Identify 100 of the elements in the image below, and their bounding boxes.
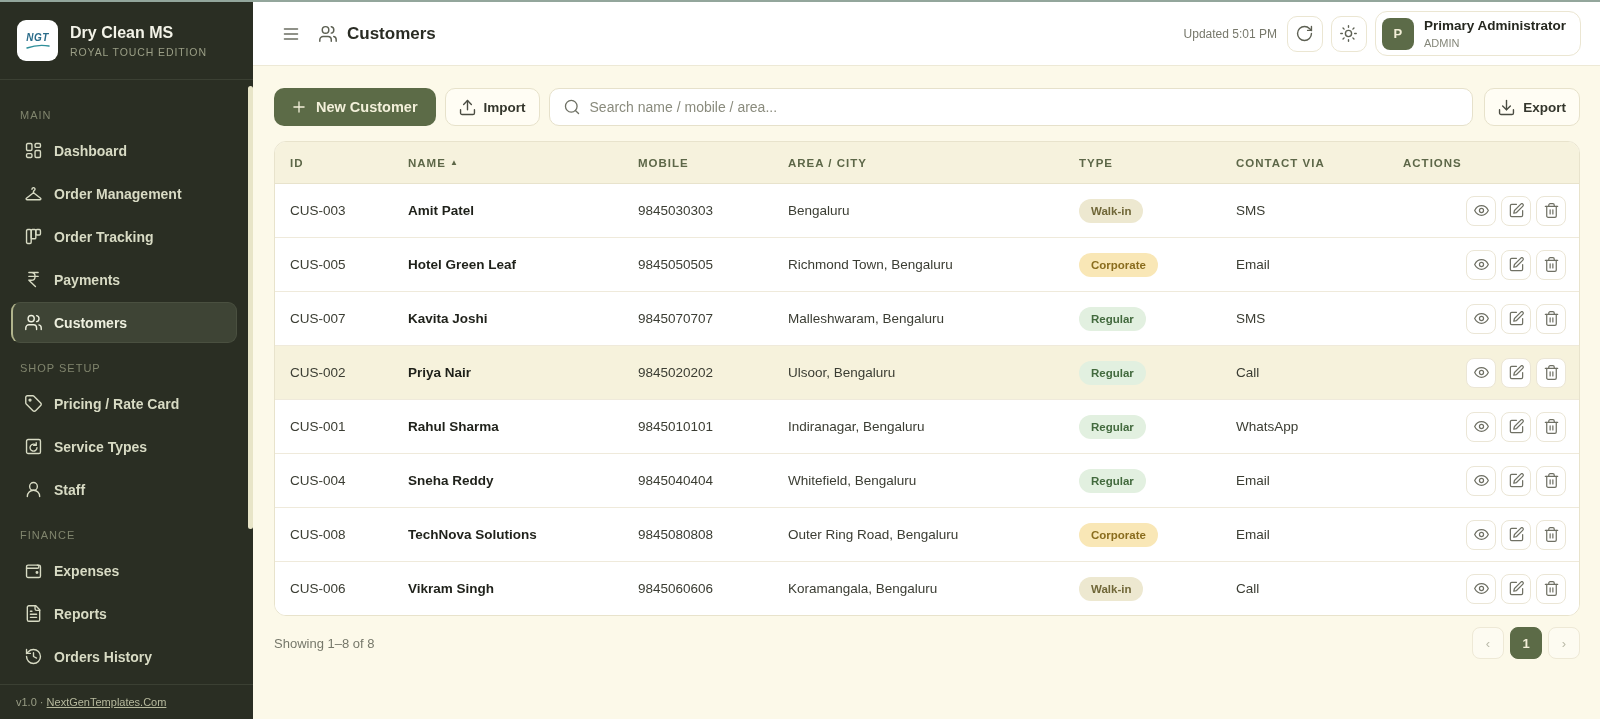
contact-cell-text: WhatsApp bbox=[1236, 419, 1300, 434]
eye-icon bbox=[1473, 527, 1489, 542]
edit-button[interactable] bbox=[1501, 411, 1531, 442]
type-tag: Regular bbox=[1079, 414, 1146, 439]
rotate-square-icon bbox=[25, 438, 42, 455]
section-label: FINANCE bbox=[19, 528, 77, 542]
column-header: AREA / CITY bbox=[788, 156, 867, 169]
area-cell-text: Outer Ring Road, Bengaluru bbox=[788, 527, 960, 542]
nav-item[interactable]: Dashboard bbox=[11, 130, 237, 171]
pencil-icon bbox=[1508, 581, 1524, 596]
mobile-cell-text: 9845060606 bbox=[638, 581, 715, 596]
edit-button[interactable] bbox=[1501, 303, 1531, 334]
edit-button[interactable] bbox=[1501, 357, 1531, 388]
type-tag: Regular bbox=[1079, 360, 1146, 385]
type-tag: Corporate bbox=[1079, 522, 1158, 547]
delete-button[interactable] bbox=[1536, 357, 1566, 388]
brand-subtitle: ROYAL TOUCH EDITION bbox=[70, 46, 207, 58]
nav-item[interactable]: Orders History bbox=[11, 636, 237, 677]
edit-button[interactable] bbox=[1501, 249, 1531, 280]
edit-button[interactable] bbox=[1501, 195, 1531, 226]
nav-item[interactable]: Staff bbox=[11, 469, 237, 510]
updated-time: Updated 5:01 PM bbox=[1183, 26, 1277, 41]
delete-button[interactable] bbox=[1536, 249, 1566, 280]
view-button[interactable] bbox=[1466, 249, 1496, 280]
delete-button[interactable] bbox=[1536, 573, 1566, 604]
area-cell-text: Koramangala, Bengaluru bbox=[788, 581, 939, 596]
search-field[interactable]: Search name / mobile / area... bbox=[548, 88, 1474, 126]
delete-button[interactable] bbox=[1536, 465, 1566, 496]
download-icon bbox=[1498, 98, 1516, 116]
export-button[interactable]: Export bbox=[1484, 88, 1580, 126]
trash-icon bbox=[1543, 257, 1559, 272]
footer-text: v1.0 · NextGenTemplates.Com bbox=[16, 696, 167, 708]
pencil-icon bbox=[1508, 203, 1524, 218]
name-cell-text: Vikram Singh bbox=[408, 581, 496, 596]
table-row[interactable]: CUS-002 Priya Nair 9845020202 Ulsoor, Bengaluru Regular Call bbox=[275, 346, 1579, 400]
delete-button[interactable] bbox=[1536, 303, 1566, 334]
section-label: SHOP SETUP bbox=[19, 361, 102, 375]
name-cell-text: Amit Patel bbox=[408, 203, 476, 218]
plus-icon bbox=[291, 99, 307, 115]
refresh-button[interactable] bbox=[1286, 15, 1323, 52]
pencil-icon bbox=[1508, 365, 1524, 380]
nav-item[interactable]: Pricing / Rate Card bbox=[11, 383, 237, 424]
mobile-cell-text: 9845070707 bbox=[638, 311, 715, 326]
id-cell-text: CUS-001 bbox=[290, 419, 347, 434]
nav-item[interactable]: Expenses bbox=[11, 550, 237, 591]
hanger-icon bbox=[25, 185, 42, 202]
nav-item[interactable]: Reports bbox=[11, 593, 237, 634]
sort-indicator[interactable]: ▲ bbox=[449, 158, 458, 167]
eye-icon bbox=[1473, 311, 1489, 326]
logo-text: NGT bbox=[26, 32, 49, 43]
id-cell-text: CUS-005 bbox=[290, 257, 347, 272]
delete-button[interactable] bbox=[1536, 195, 1566, 226]
pencil-icon bbox=[1508, 311, 1524, 326]
user-card[interactable]: P Primary Administrator ADMIN bbox=[1374, 11, 1581, 56]
wallet-icon bbox=[25, 562, 42, 579]
name-cell-text: Sneha Reddy bbox=[408, 473, 495, 488]
nav-item[interactable]: Service Types bbox=[11, 426, 237, 467]
trash-icon bbox=[1543, 311, 1559, 326]
id-cell-text: CUS-002 bbox=[290, 365, 347, 380]
theme-button[interactable] bbox=[1330, 15, 1367, 52]
view-button[interactable] bbox=[1466, 411, 1496, 442]
contact-cell-text: Email bbox=[1236, 473, 1271, 488]
type-tag: Corporate bbox=[1079, 252, 1158, 277]
nav-item[interactable]: Order Management bbox=[11, 173, 237, 214]
pencil-icon bbox=[1508, 473, 1524, 488]
delete-button[interactable] bbox=[1536, 411, 1566, 442]
trash-icon bbox=[1543, 203, 1559, 218]
pencil-icon bbox=[1508, 527, 1524, 542]
nav-item[interactable]: Order Tracking bbox=[11, 216, 237, 257]
view-button[interactable] bbox=[1466, 573, 1496, 604]
column-header: NAME bbox=[408, 156, 446, 169]
eye-icon bbox=[1473, 257, 1489, 272]
rupee-icon bbox=[25, 271, 42, 288]
scrollbar-thumb[interactable] bbox=[248, 86, 253, 529]
history-icon bbox=[25, 648, 42, 665]
name-cell-text: Hotel Green Leaf bbox=[408, 257, 518, 272]
view-button[interactable] bbox=[1466, 195, 1496, 226]
edit-button[interactable] bbox=[1501, 573, 1531, 604]
user-name: Primary Administrator bbox=[1423, 17, 1566, 34]
nav-item[interactable]: Customers bbox=[11, 302, 237, 343]
view-button[interactable] bbox=[1466, 357, 1496, 388]
view-button[interactable] bbox=[1466, 519, 1496, 550]
new-customer-button[interactable]: New Customer bbox=[274, 88, 436, 126]
delete-button[interactable] bbox=[1536, 519, 1566, 550]
eye-icon bbox=[1473, 419, 1489, 434]
footer-link[interactable]: NextGenTemplates.Com bbox=[46, 696, 167, 708]
view-button[interactable] bbox=[1466, 303, 1496, 334]
nav-item[interactable]: Payments bbox=[11, 259, 237, 300]
edit-button[interactable] bbox=[1501, 519, 1531, 550]
area-cell-text: Malleshwaram, Bengaluru bbox=[788, 311, 946, 326]
page-title: Customers bbox=[347, 23, 436, 44]
contact-cell-text: Call bbox=[1236, 365, 1261, 380]
edit-button[interactable] bbox=[1501, 465, 1531, 496]
results-summary: Showing 1–8 of 8 bbox=[274, 635, 375, 651]
view-button[interactable] bbox=[1466, 465, 1496, 496]
area-cell-text: Whitefield, Bengaluru bbox=[788, 473, 918, 488]
import-button[interactable]: Import bbox=[444, 88, 540, 126]
page-button[interactable]: 1 bbox=[1510, 627, 1542, 659]
area-cell-text: Indiranagar, Bengaluru bbox=[788, 419, 926, 434]
id-cell-text: CUS-004 bbox=[290, 473, 347, 488]
